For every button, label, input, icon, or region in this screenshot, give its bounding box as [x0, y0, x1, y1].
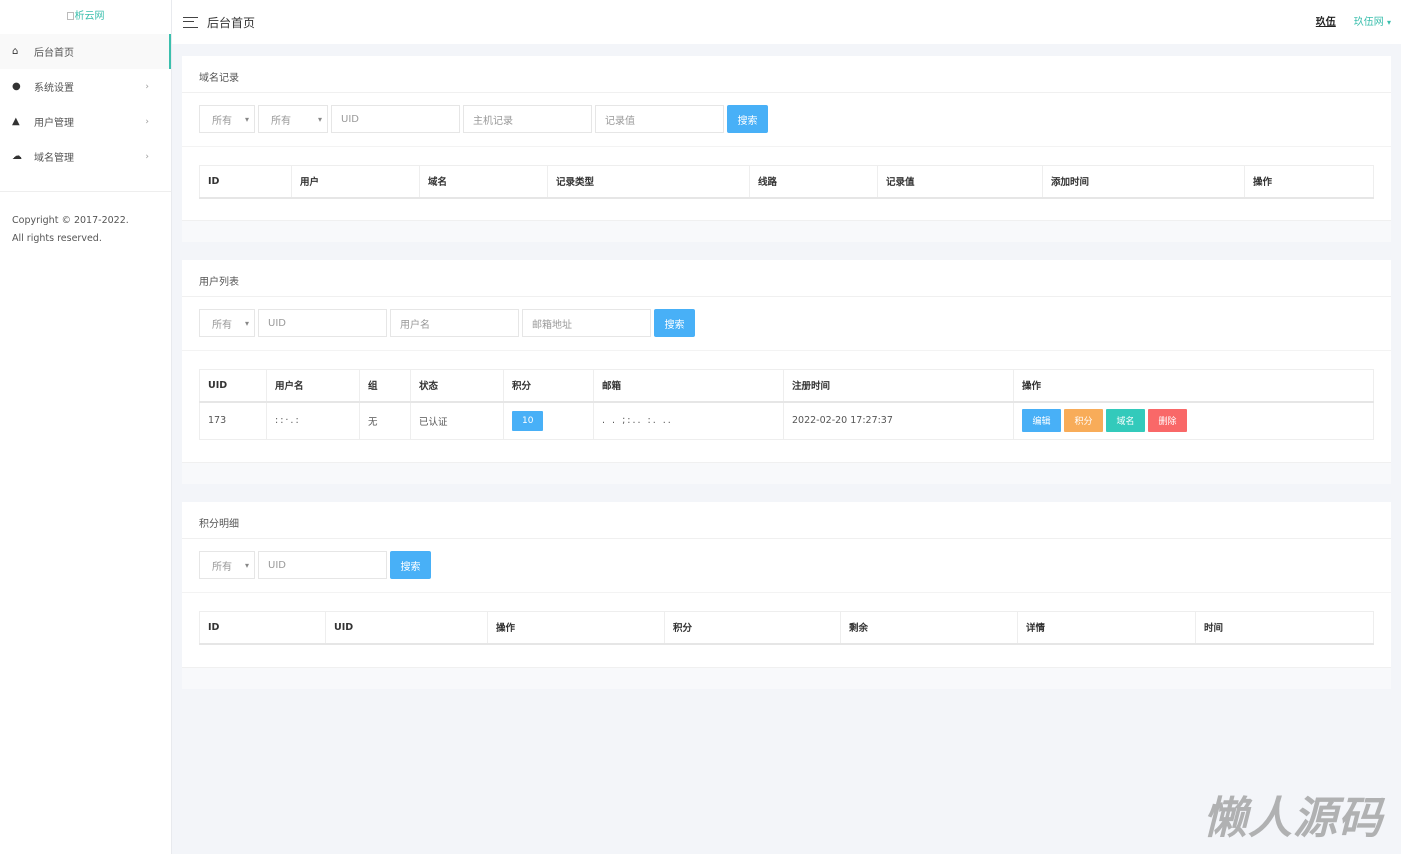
sidebar-item-domains[interactable]: ☁ 域名管理 › — [0, 139, 171, 174]
column-header[interactable]: 时间 — [1195, 611, 1374, 645]
card-footer — [182, 667, 1391, 689]
points-badge[interactable]: 10 — [512, 410, 544, 431]
uid-input[interactable]: UID — [258, 309, 387, 337]
table-header-row: UID 用户名组状态 积分 邮箱 注册时间 操作 — [199, 369, 1374, 403]
watermark: 懒人源码 — [1203, 793, 1383, 844]
home-icon: ⌂ — [12, 46, 19, 57]
type-select[interactable]: 所有 — [199, 105, 255, 133]
palette-icon: ● — [12, 81, 21, 92]
column-header[interactable]: 注册时间 — [783, 369, 1014, 403]
action-button[interactable]: 编辑 — [1022, 409, 1061, 433]
search-button[interactable]: 搜索 — [654, 309, 695, 337]
rights-text: All rights reserved. — [12, 233, 102, 244]
header: 后台首页 玖伍 玖伍网 ▾ — [172, 0, 1401, 44]
card-title: 域名记录 — [182, 56, 1391, 93]
action-button[interactable]: 域名 — [1106, 409, 1145, 433]
menu-toggle-icon[interactable] — [183, 16, 198, 28]
search-button[interactable]: 搜索 — [727, 105, 768, 133]
cloud-icon: ☁ — [12, 151, 22, 162]
user-icon: ▲ — [12, 116, 20, 127]
username-cell: ::·.: — [266, 401, 360, 440]
column-header[interactable]: 状态 — [410, 369, 504, 403]
group-cell: 无 — [359, 401, 411, 440]
record-value-input[interactable]: 记录值 — [595, 105, 724, 133]
column-header[interactable]: 线路 — [749, 165, 878, 199]
table-row: 173::·.: 无已认证 10 . . ;:.. :. .. 2022-02-20 1… — [199, 401, 1374, 440]
column-header[interactable]: 组 — [359, 369, 411, 403]
points-table: ID UID 操作 积分 剩余 详情 时间 — [199, 611, 1374, 645]
column-header[interactable]: 用户名 — [266, 369, 360, 403]
card-footer — [182, 220, 1391, 242]
table-header-row: ID 用户 域名 记录类型 线路 记录值 添加时间 操作 — [199, 165, 1374, 199]
column-header[interactable]: 操作 — [1244, 165, 1374, 199]
sidebar-item-home[interactable]: ⌂ 后台首页 — [0, 34, 171, 69]
caret-down-icon: ▾ — [1386, 18, 1391, 27]
user-link[interactable]: 玖伍 — [1316, 13, 1336, 28]
column-header[interactable]: 积分 — [664, 611, 841, 645]
broken-image-icon — [66, 12, 74, 20]
card-title: 用户列表 — [182, 260, 1391, 297]
host-input[interactable]: 主机记录 — [463, 105, 592, 133]
sidebar-item-label: 后台首页 — [34, 48, 74, 59]
column-header[interactable]: 邮箱 — [593, 369, 784, 403]
card-footer — [182, 462, 1391, 484]
column-header[interactable]: 记录值 — [877, 165, 1043, 199]
site-label: 玖伍网 — [1353, 17, 1384, 28]
sidebar-item-label: 域名管理 — [34, 153, 74, 164]
chevron-right-icon: › — [145, 81, 149, 92]
column-header[interactable]: 记录类型 — [547, 165, 750, 199]
page-title: 后台首页 — [207, 15, 256, 30]
chevron-right-icon: › — [145, 116, 149, 127]
uid-cell: 173 — [199, 401, 267, 440]
column-header[interactable]: 操作 — [487, 611, 665, 645]
uid-input[interactable]: UID — [258, 551, 387, 579]
copyright: Copyright © 2017-2022. All rights reserve… — [0, 192, 171, 268]
status-cell: 已认证 — [410, 401, 504, 440]
sidebar-item-settings[interactable]: ● 系统设置 › — [0, 69, 171, 104]
action-button[interactable]: 删除 — [1148, 409, 1187, 433]
email-cell: . . ;:.. :. .. — [593, 401, 784, 440]
column-header[interactable]: 添加时间 — [1042, 165, 1245, 199]
user-list-card: 用户列表 所有 UID 用户名 邮箱地址 搜索 UID用户名组状态积分邮箱注册时… — [182, 260, 1391, 484]
action-select[interactable]: 所有 — [199, 551, 255, 579]
username-input[interactable]: 用户名 — [390, 309, 519, 337]
column-header[interactable]: 积分 — [503, 369, 594, 403]
logo[interactable]: 析云网 — [0, 0, 171, 34]
card-title: 积分明细 — [182, 502, 1391, 539]
sidebar: 析云网 ⌂ 后台首页 ● 系统设置 › ▲ 用户管理 › ☁ 域名管理 › Copyright… — [0, 0, 172, 854]
copyright-text: Copyright © 2017-2022. — [12, 215, 129, 226]
column-header[interactable]: UID — [199, 369, 267, 403]
actions-cell: 编辑 积分 域名 删除 — [1013, 401, 1374, 440]
column-header[interactable]: 剩余 — [840, 611, 1018, 645]
sidebar-item-label: 系统设置 — [34, 83, 74, 94]
group-select[interactable]: 所有 — [199, 309, 255, 337]
search-button[interactable]: 搜索 — [390, 551, 431, 579]
line-select[interactable]: 所有 — [258, 105, 328, 133]
column-header[interactable]: 域名 — [419, 165, 548, 199]
column-header[interactable]: 操作 — [1013, 369, 1374, 403]
column-header[interactable]: ID — [199, 611, 326, 645]
table-header-row: ID UID 操作 积分 剩余 详情 时间 — [199, 611, 1374, 645]
points-cell: 10 — [503, 401, 594, 440]
domain-records-card: 域名记录 所有 所有 UID 主机记录 记录值 搜索 ID用户域名记录类型线路记… — [182, 56, 1391, 242]
site-dropdown[interactable]: 玖伍网 ▾ — [1354, 13, 1391, 28]
action-button[interactable]: 积分 — [1064, 409, 1103, 433]
domain-table: ID 用户 域名 记录类型 线路 记录值 添加时间 操作 — [199, 165, 1374, 199]
user-table: UID 用户名组状态 积分 邮箱 注册时间 操作 173::·.: 无已认证 10. . ;:.… — [199, 369, 1374, 440]
registered-cell: 2022-02-20 17:27:37 — [783, 401, 1014, 440]
points-detail-card: 积分明细 所有 UID 搜索 IDUID操作积分剩余详情时间 — [182, 502, 1391, 689]
column-header[interactable]: UID — [325, 611, 488, 645]
column-header[interactable]: ID — [199, 165, 292, 199]
sidebar-item-users[interactable]: ▲ 用户管理 › — [0, 104, 171, 139]
uid-input[interactable]: UID — [331, 105, 460, 133]
email-input[interactable]: 邮箱地址 — [522, 309, 651, 337]
column-header[interactable]: 用户 — [291, 165, 420, 199]
chevron-right-icon: › — [145, 151, 149, 162]
sidebar-item-label: 用户管理 — [34, 118, 74, 129]
column-header[interactable]: 详情 — [1017, 611, 1196, 645]
